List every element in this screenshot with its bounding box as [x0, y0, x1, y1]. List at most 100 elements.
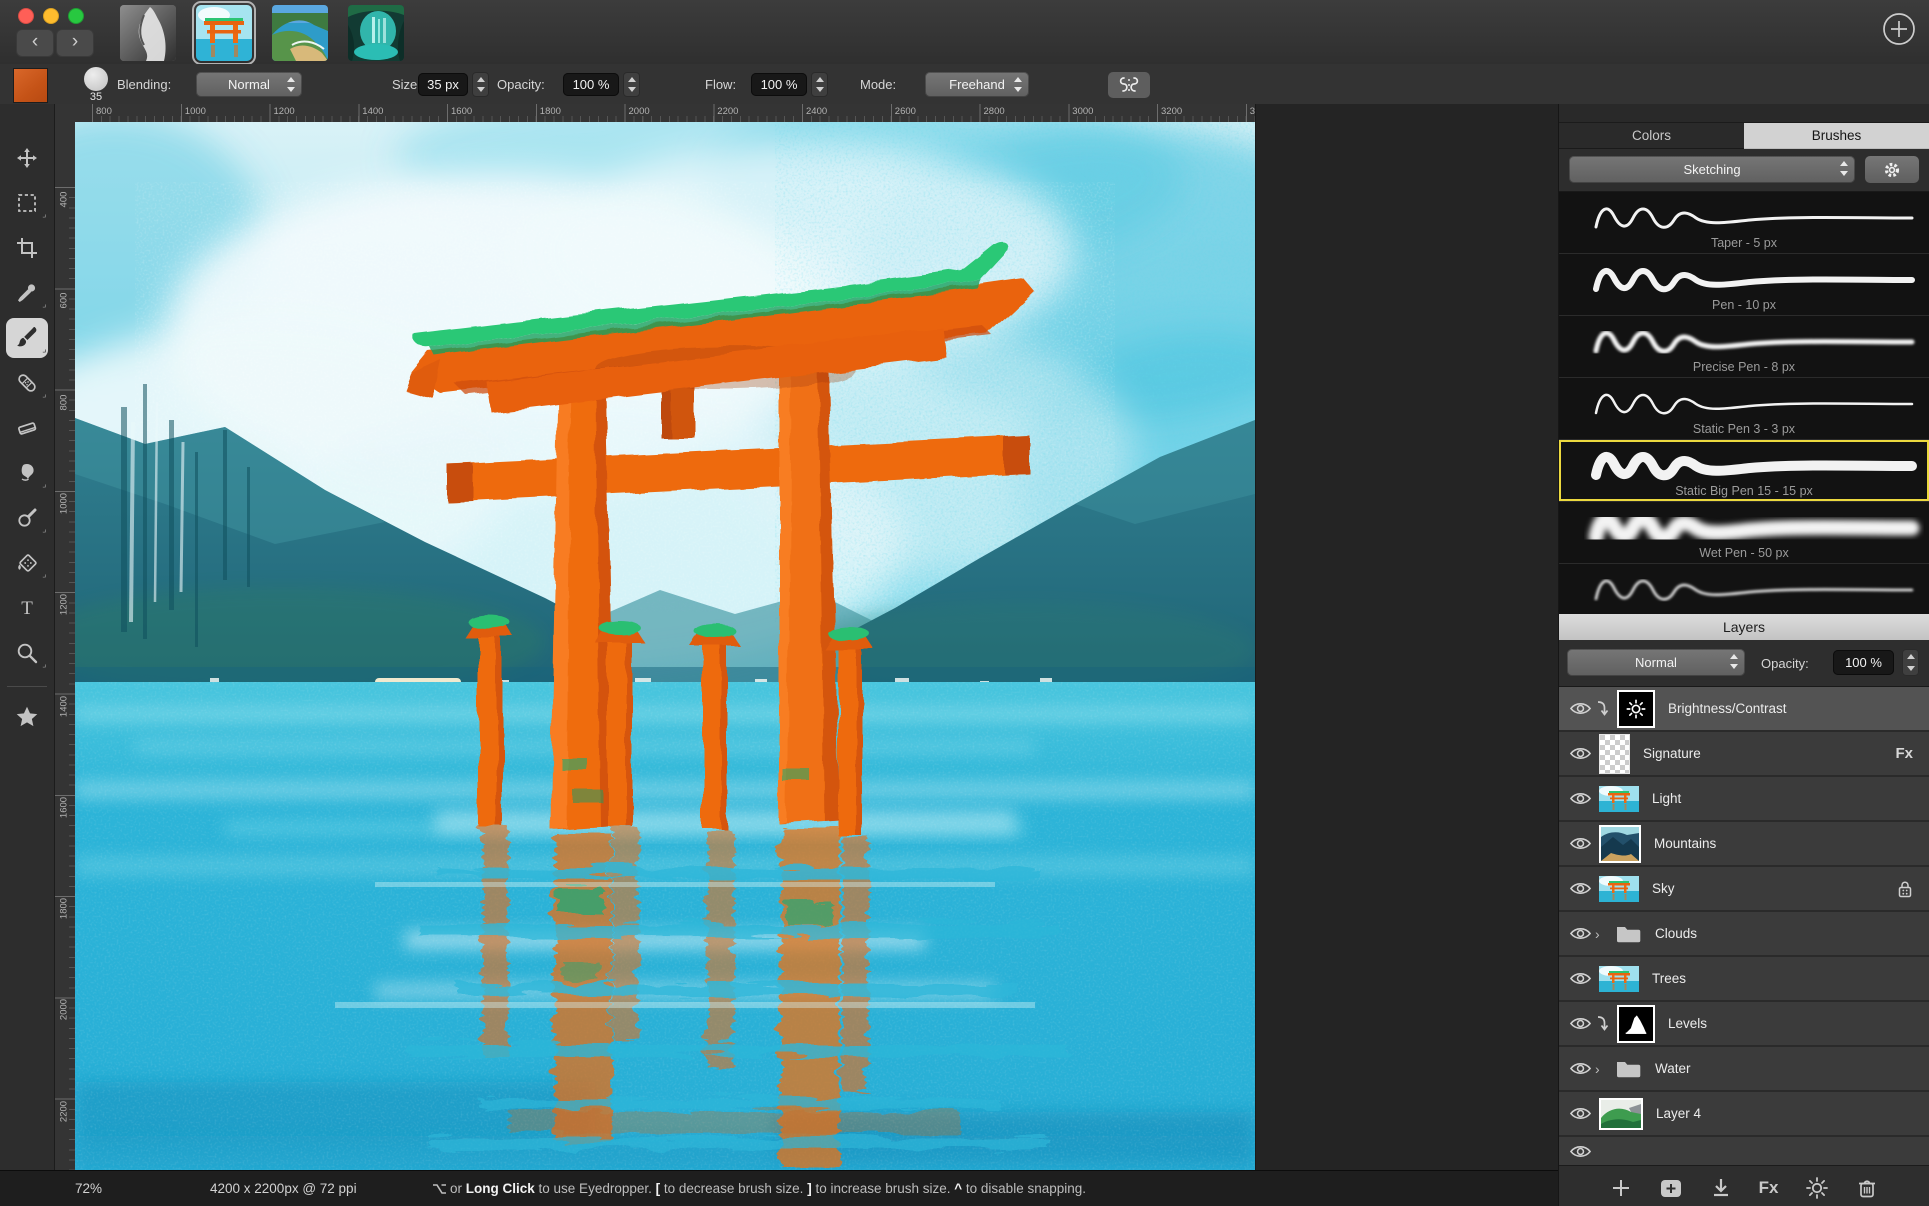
layer-thumbnail[interactable] [1617, 1005, 1655, 1043]
layer-visibility-toggle[interactable] [1569, 701, 1595, 716]
tool-favorites[interactable] [6, 697, 48, 737]
tool-marquee[interactable]: › [6, 183, 48, 223]
ruler-tick-label: 3000 [1072, 106, 1093, 117]
tab-brushes[interactable]: Brushes [1744, 123, 1929, 149]
ruler-origin-corner[interactable] [55, 104, 76, 123]
size-stepper[interactable] [472, 72, 489, 97]
layer-opacity-input[interactable]: 100 % [1833, 650, 1894, 675]
layer-row-sky[interactable]: Sky [1559, 867, 1929, 912]
brush-item-precise-pen-8-px[interactable]: Precise Pen - 8 px [1559, 316, 1929, 378]
layer-row-levels[interactable]: Levels [1559, 1002, 1929, 1047]
layer-row-water[interactable]: ›Water [1559, 1047, 1929, 1092]
layer-visibility-toggle[interactable] [1569, 881, 1595, 896]
expand-chevron-icon[interactable]: › [1595, 1062, 1611, 1076]
size-input[interactable]: 35 px [418, 73, 468, 96]
color-picker-icon [15, 281, 39, 305]
blending-dropdown[interactable]: Normal [196, 72, 302, 97]
eye-icon [1569, 1144, 1592, 1159]
layer-visibility-toggle[interactable] [1569, 746, 1595, 761]
layer-visibility-toggle[interactable] [1569, 926, 1595, 941]
layer-visibility-toggle[interactable] [1569, 1061, 1595, 1076]
back-button[interactable]: ‹ [16, 29, 54, 57]
tool-smudge[interactable]: › [6, 453, 48, 493]
horizontal-ruler[interactable]: 8001000120014001600180020002200240026002… [75, 104, 1255, 123]
tool-healing[interactable]: › [6, 363, 48, 403]
tool-move[interactable] [6, 138, 48, 178]
brush-tip-preview[interactable] [84, 67, 108, 91]
tool-text[interactable]: T [6, 588, 48, 628]
layer-row-mountains[interactable]: Mountains [1559, 822, 1929, 867]
layer-thumbnail[interactable] [1599, 786, 1639, 812]
layer-row-trees[interactable]: Trees [1559, 957, 1929, 1002]
brush-item-static-big-pen-15-15-px[interactable]: Static Big Pen 15 - 15 px [1559, 440, 1929, 502]
opacity-input[interactable]: 100 % [563, 73, 619, 96]
forward-button[interactable]: › [56, 29, 94, 57]
brush-item-pen-10-px[interactable]: Pen - 10 px [1559, 254, 1929, 316]
tool-crop[interactable] [6, 228, 48, 268]
layer-row-signature[interactable]: SignatureFx [1559, 732, 1929, 777]
bw-figure-image [120, 5, 176, 61]
zoom-window-button[interactable] [68, 8, 84, 24]
new-document-button[interactable] [1875, 10, 1913, 48]
expand-chevron-icon[interactable]: › [1595, 927, 1611, 941]
layer-row-partial[interactable] [1559, 1137, 1929, 1165]
merge-down-button[interactable] [1710, 1177, 1732, 1199]
flow-stepper[interactable] [811, 72, 828, 97]
flow-input[interactable]: 100 % [751, 73, 807, 96]
document-thumbnail-torii[interactable] [196, 5, 252, 61]
document-thumbnail-cave[interactable] [348, 5, 404, 61]
layer-thumbnail[interactable] [1599, 734, 1630, 774]
vertical-ruler[interactable]: 4006008001000120014001600180020002200 [55, 122, 76, 1170]
layer-blend-mode-dropdown[interactable]: Normal [1567, 649, 1745, 676]
canvas-viewport[interactable] [75, 122, 1255, 1170]
brush-category-dropdown[interactable]: Sketching [1569, 156, 1855, 183]
layer-visibility-toggle[interactable] [1569, 1106, 1595, 1121]
opacity-stepper[interactable] [623, 72, 640, 97]
mode-dropdown[interactable]: Freehand [925, 72, 1029, 97]
brightness-adjustment-icon [1625, 698, 1647, 720]
active-color-swatch[interactable] [13, 68, 48, 103]
layer-thumbnail[interactable] [1599, 825, 1641, 863]
layer-row-light[interactable]: Light [1559, 777, 1929, 822]
layer-visibility-toggle[interactable] [1569, 1144, 1595, 1159]
tool-paint-brush[interactable]: › [6, 318, 48, 358]
layer-visibility-toggle[interactable] [1569, 1016, 1595, 1031]
adjustment-button[interactable] [1805, 1176, 1829, 1200]
layer-visibility-toggle[interactable] [1569, 971, 1595, 986]
brush-item-wet-pen-50-px[interactable]: Wet Pen - 50 px [1559, 502, 1929, 564]
layer-thumbnail[interactable] [1599, 966, 1639, 992]
document-thumbnail-figure[interactable] [120, 5, 176, 61]
add-group-button[interactable] [1659, 1177, 1683, 1199]
layer-visibility-toggle[interactable] [1569, 791, 1595, 806]
layer-fx-button[interactable]: Fx [1759, 1178, 1779, 1198]
close-window-button[interactable] [18, 8, 34, 24]
layer-row-clouds[interactable]: ›Clouds [1559, 912, 1929, 957]
tool-flood-fill[interactable]: › [6, 543, 48, 583]
stabilizer-button[interactable] [1108, 72, 1150, 98]
layer-opacity-stepper[interactable] [1902, 649, 1919, 676]
ruler-tick-label: 800 [59, 380, 70, 424]
layer-thumbnail[interactable] [1615, 1058, 1642, 1079]
layer-thumbnail[interactable] [1617, 690, 1655, 728]
layer-row-brightness-contrast[interactable]: Brightness/Contrast [1559, 687, 1929, 732]
layer-visibility-toggle[interactable] [1569, 836, 1595, 851]
brush-item[interactable] [1559, 564, 1929, 614]
tool-zoom[interactable]: › [6, 633, 48, 673]
brush-settings-button[interactable] [1865, 156, 1919, 183]
layer-row-layer-4[interactable]: Layer 4 [1559, 1092, 1929, 1137]
brush-stroke-preview [1584, 443, 1924, 487]
brush-item-static-pen-3-3-px[interactable]: Static Pen 3 - 3 px [1559, 378, 1929, 440]
layer-thumbnail[interactable] [1599, 1098, 1643, 1130]
tool-eraser[interactable] [6, 408, 48, 448]
brush-item-taper-5-px[interactable]: Taper - 5 px [1559, 192, 1929, 254]
fx-badge[interactable]: Fx [1895, 745, 1913, 762]
document-thumbnail-coast[interactable] [272, 5, 328, 61]
tab-colors[interactable]: Colors [1559, 123, 1744, 149]
layer-thumbnail[interactable] [1615, 923, 1642, 944]
delete-layer-button[interactable] [1856, 1177, 1878, 1199]
minimize-window-button[interactable] [43, 8, 59, 24]
add-layer-button[interactable] [1610, 1177, 1632, 1199]
tool-dodge[interactable]: › [6, 498, 48, 538]
tool-color-picker[interactable]: › [6, 273, 48, 313]
layer-thumbnail[interactable] [1599, 876, 1639, 902]
